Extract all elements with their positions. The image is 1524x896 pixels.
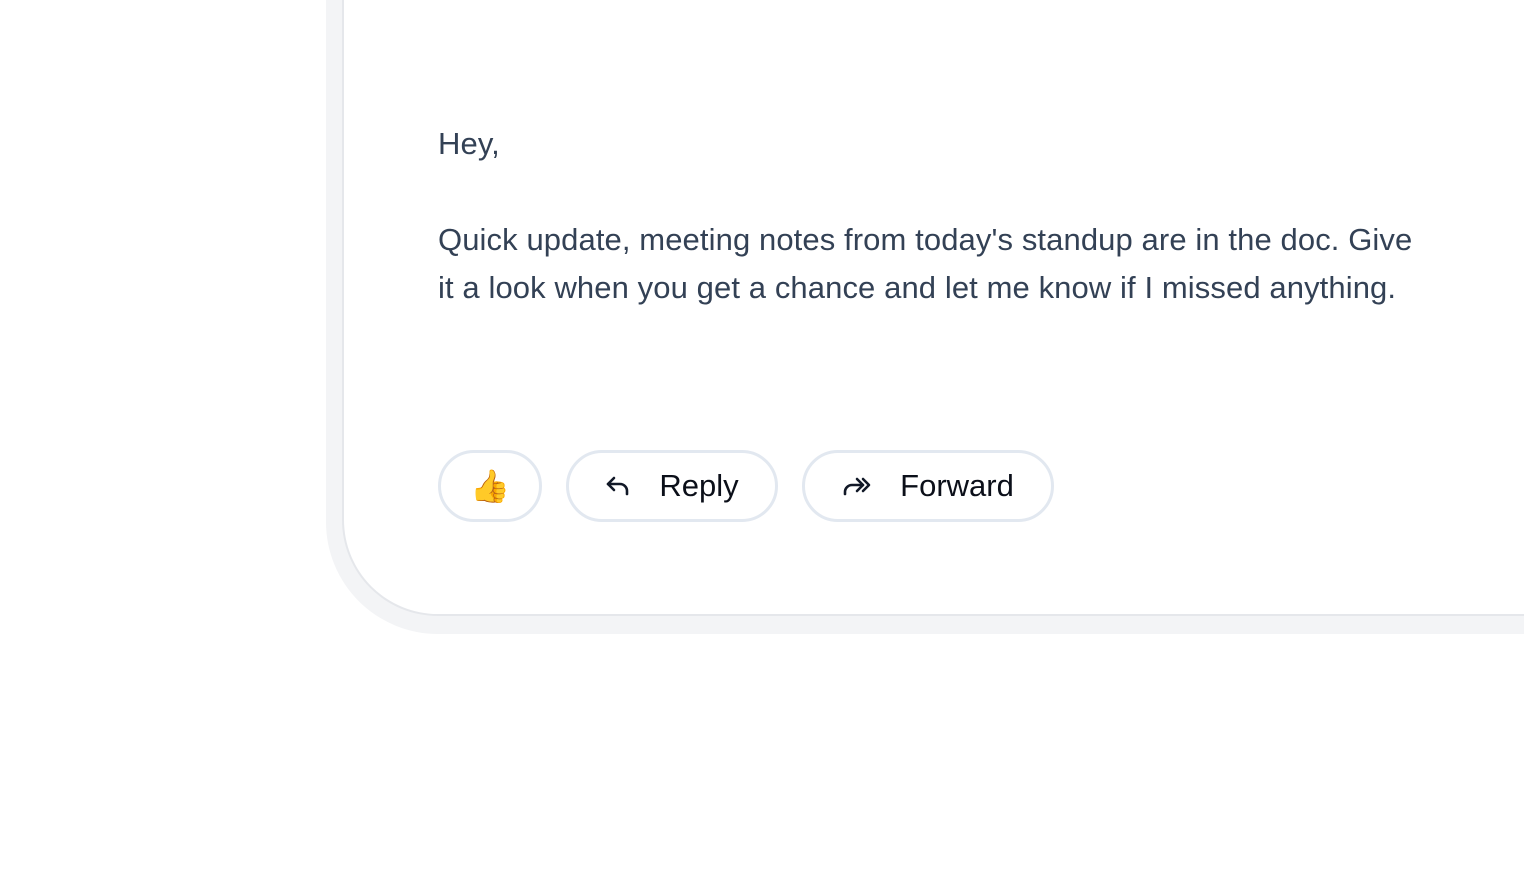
message-text: Quick update, meeting notes from today's… (438, 222, 1413, 305)
reply-button[interactable]: Reply (566, 450, 778, 522)
forward-arrow-icon (842, 475, 872, 497)
forward-label: Forward (900, 468, 1014, 503)
message-body: Hey, Quick update, meeting notes from to… (438, 120, 1418, 312)
email-view: Hey, Quick update, meeting notes from to… (0, 0, 1524, 896)
reply-label: Reply (659, 468, 739, 503)
thumbs-up-icon: 👍 (470, 468, 510, 504)
forward-button[interactable]: Forward (802, 450, 1054, 522)
reply-arrow-icon (605, 475, 631, 497)
message-greeting: Hey, (438, 126, 500, 161)
react-button[interactable]: 👍 (438, 450, 542, 522)
message-actions: 👍 Reply Forward (438, 450, 1054, 522)
